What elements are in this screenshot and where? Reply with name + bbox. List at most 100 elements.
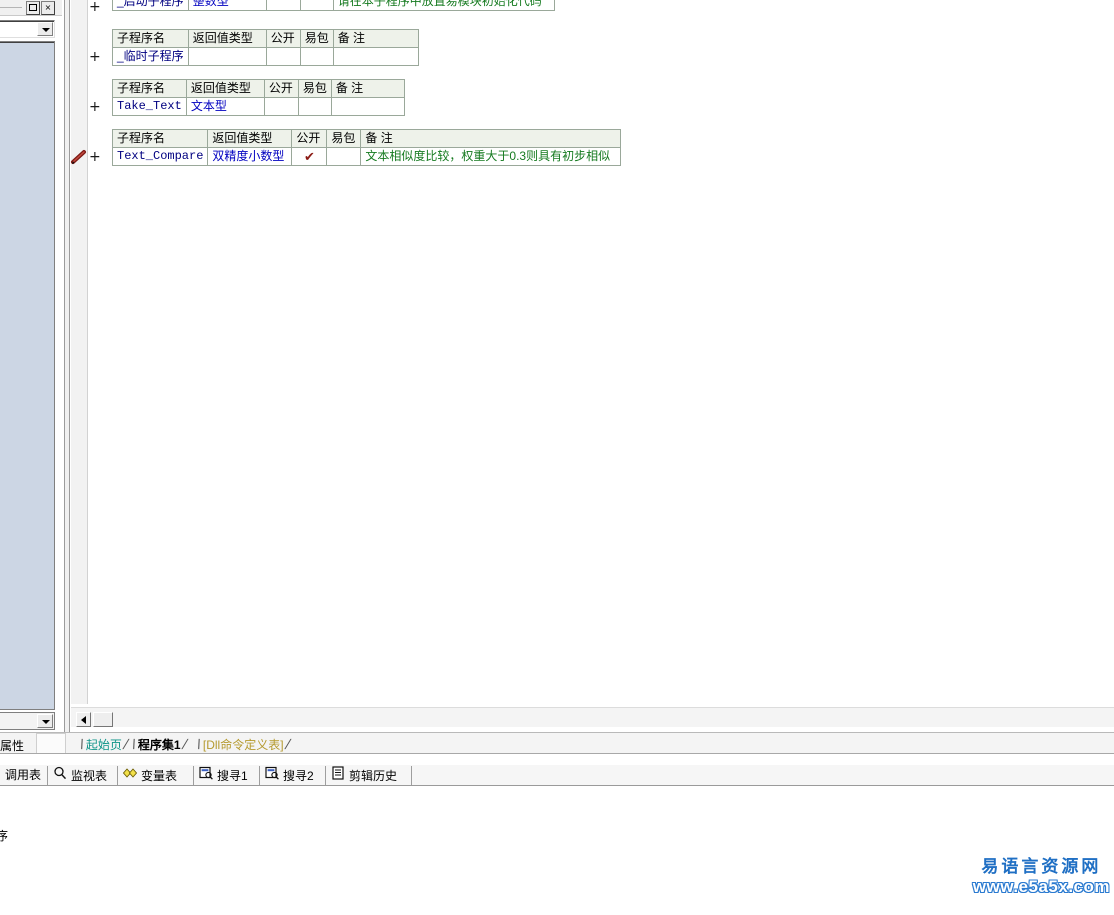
watermark-url: www.e5a5x.com — [972, 877, 1110, 896]
table-header-row: 子程序名 返回值类型 公开 易包备 注 — [112, 29, 419, 48]
column-header-name: 子程序名 — [111, 129, 209, 148]
column-header-pub: 公开 — [265, 29, 301, 48]
property-tab[interactable]: 属性 — [0, 737, 24, 754]
document-tab-1[interactable]: \程序集1/ — [129, 735, 190, 753]
diamonds-icon-wrap — [122, 766, 138, 786]
cell-subroutine-name[interactable]: Text_Compare — [111, 147, 209, 166]
expander-take-text[interactable]: + — [89, 100, 101, 114]
table-startup[interactable]: _启动子程序 整数型 请在本子程序中放置易模块初始化代码 — [112, 0, 555, 11]
cell-note[interactable] — [332, 47, 419, 66]
code-editor-area[interactable]: + + + + _启动子程序 整数型 请在本子程序中放置易模块初始化代码 子程序名 返回… — [71, 0, 1114, 704]
vertical-splitter[interactable] — [64, 0, 70, 732]
document-tab-label: 程序集1 — [137, 738, 181, 752]
column-header-note: 备 注 — [330, 79, 405, 98]
cell-note[interactable] — [330, 97, 405, 116]
cell-public-checkbox[interactable] — [265, 47, 301, 66]
cell-subroutine-name[interactable]: _临时子程序 — [112, 47, 189, 66]
site-watermark: 易语言资源网 www.e5a5x.com — [973, 857, 1110, 897]
scroll-left-button[interactable] — [76, 712, 91, 727]
arrow-left-icon — [81, 716, 86, 724]
table-row[interactable]: Text_Compare 双精度小数型 ✔ 文本相似度比较，权重大于0.3则具有初步相… — [111, 147, 622, 166]
bottom-tool-button-1[interactable]: 监视表 — [48, 766, 118, 785]
cell-public-checkbox[interactable] — [265, 0, 301, 11]
document-tab-2[interactable]: \[Dll命令定义表]/ — [194, 735, 292, 753]
cell-public-checkbox[interactable]: ✔ — [291, 147, 328, 166]
chevron-down-icon-bottom[interactable] — [37, 714, 53, 728]
bottom-tool-button-2[interactable]: 变量表 — [118, 766, 194, 785]
diamonds-icon — [122, 768, 138, 778]
property-panel: × — [0, 0, 62, 732]
editor-horizontal-scrollbar[interactable] — [71, 707, 1114, 727]
titlebar-divider — [0, 7, 22, 8]
find-icon-wrap — [199, 766, 213, 786]
cell-return-type[interactable]: 文本型 — [185, 97, 265, 116]
column-header-type: 返回值类型 — [185, 79, 265, 98]
table-row[interactable]: Take_Text 文本型 — [112, 97, 405, 116]
column-header-name: 子程序名 — [112, 79, 187, 98]
cell-package-checkbox[interactable] — [299, 0, 334, 11]
cell-note[interactable]: 文本相似度比较，权重大于0.3则具有初步相似 — [360, 147, 622, 166]
clipboard-icon — [332, 766, 344, 780]
cell-note[interactable]: 请在本子程序中放置易模块初始化代码 — [332, 0, 555, 11]
scrollbar-thumb[interactable] — [93, 712, 113, 727]
bottom-tool-label: 搜寻2 — [283, 768, 314, 783]
cell-return-type[interactable] — [187, 47, 267, 66]
cell-public-checkbox[interactable] — [263, 97, 299, 116]
column-header-type: 返回值类型 — [207, 129, 293, 148]
watermark-chinese: 易语言资源网 — [981, 857, 1102, 876]
cell-subroutine-name[interactable]: _启动子程序 — [112, 0, 189, 11]
pen-cursor-icon — [71, 150, 86, 164]
bottom-tool-button-3[interactable]: 搜寻1 — [194, 766, 260, 785]
table-header-row: 子程序名 返回值类型 公开 易包备 注 — [112, 79, 405, 98]
bottom-tool-button-5[interactable]: 剪辑历史 — [326, 766, 412, 785]
expander-startup[interactable]: + — [89, 0, 101, 14]
column-header-note: 备 注 — [360, 129, 622, 148]
expander-text-compare[interactable]: + — [89, 150, 101, 164]
table-take-text[interactable]: 子程序名 返回值类型 公开 易包备 注 Take_Text 文本型 — [112, 79, 405, 116]
property-object-select[interactable] — [0, 20, 55, 38]
clipboard-icon-wrap — [331, 766, 345, 786]
bottom-tool-label: 搜寻1 — [217, 768, 248, 783]
property-grid[interactable] — [0, 41, 55, 710]
chevron-down-icon[interactable] — [37, 22, 53, 36]
bottom-tool-button-0[interactable]: 调用表 — [0, 766, 48, 785]
column-header-name: 子程序名 — [112, 29, 189, 48]
bottom-pane-text: 序 — [0, 829, 9, 843]
bottom-tool-button-4[interactable]: 搜寻2 — [260, 766, 326, 785]
bottom-tool-tabs[interactable]: 调用表 监视表 变量表 搜寻1 搜寻2 剪辑历史 — [0, 765, 1114, 786]
close-window-button[interactable]: × — [41, 1, 55, 15]
column-header-note: 备 注 — [332, 29, 419, 48]
column-header-pkg: 易包 — [326, 129, 362, 148]
property-bottom-select[interactable] — [0, 712, 55, 730]
bottom-tool-label: 调用表 — [5, 768, 42, 783]
table-text-compare[interactable]: 子程序名 返回值类型 公开 易包备 注 Text_Compare 双精度小数型 ✔ 文本相似度… — [111, 129, 622, 166]
restore-window-button[interactable] — [26, 1, 40, 15]
cell-package-checkbox[interactable] — [297, 97, 332, 116]
tab-separator-right: / — [179, 736, 190, 752]
table-header-row: 子程序名 返回值类型 公开 易包备 注 — [111, 129, 622, 148]
document-tab-strip[interactable]: 属性 \起始页/\程序集1/\[Dll命令定义表]/ — [0, 732, 1114, 754]
document-tab-label: 起始页 — [85, 738, 122, 752]
cell-return-type[interactable]: 双精度小数型 — [207, 147, 293, 166]
table-temp[interactable]: 子程序名 返回值类型 公开 易包备 注 _临时子程序 — [112, 29, 419, 66]
property-panel-titlebar: × — [0, 0, 62, 16]
cell-package-checkbox[interactable] — [326, 147, 362, 166]
document-tab-0[interactable]: \起始页/ — [77, 735, 130, 753]
bottom-output-pane[interactable]: 序 易语言资源网 www.e5a5x.com — [0, 787, 1114, 915]
cell-return-type[interactable]: 整数型 — [187, 0, 267, 11]
property-tab-spacer — [36, 733, 66, 753]
find-icon-wrap — [265, 766, 279, 786]
column-header-pub: 公开 — [291, 129, 328, 148]
column-header-pub: 公开 — [263, 79, 299, 98]
search-icon — [54, 766, 67, 780]
table-row[interactable]: _临时子程序 — [112, 47, 419, 66]
bottom-tool-label: 变量表 — [141, 768, 178, 783]
find-icon — [199, 766, 213, 780]
find-icon — [265, 766, 279, 780]
restore-icon — [29, 4, 37, 11]
cell-package-checkbox[interactable] — [299, 47, 334, 66]
expander-temp[interactable]: + — [89, 50, 101, 64]
cell-subroutine-name[interactable]: Take_Text — [112, 97, 187, 116]
column-header-type: 返回值类型 — [187, 29, 267, 48]
table-row[interactable]: _启动子程序 整数型 请在本子程序中放置易模块初始化代码 — [112, 0, 555, 11]
